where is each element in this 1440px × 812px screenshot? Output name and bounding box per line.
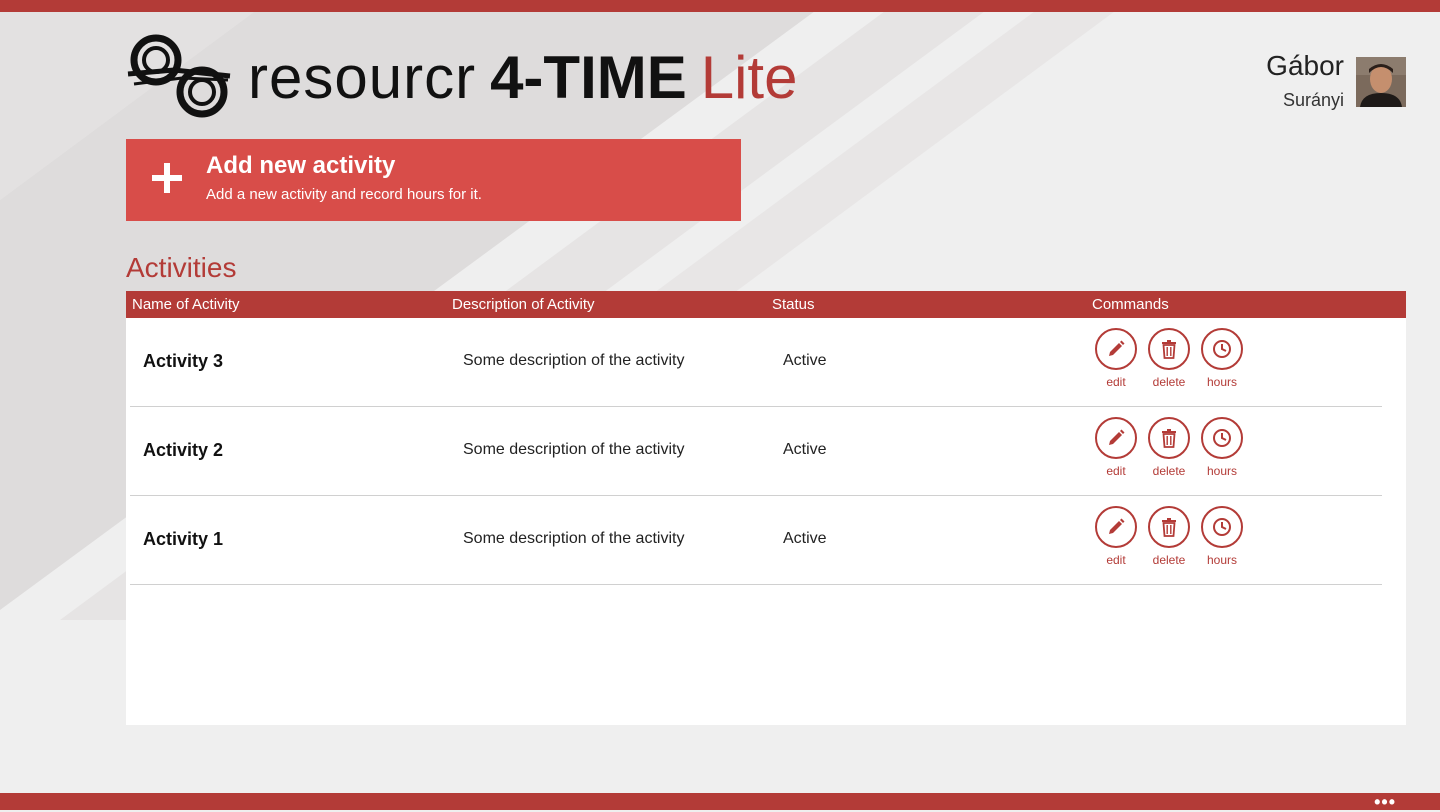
table-row[interactable]: Activity 1 Some description of the activ…: [130, 496, 1382, 585]
column-header-status: Status: [772, 296, 815, 313]
hours-label: hours: [1206, 553, 1238, 567]
activities-table: Name of Activity Description of Activity…: [126, 291, 1406, 725]
activity-status: Active: [783, 352, 827, 369]
add-activity-button[interactable]: Add new activity Add a new activity and …: [126, 139, 741, 221]
column-header-name: Name of Activity: [132, 296, 240, 313]
edit-icon: [1095, 417, 1137, 459]
delete-icon: [1148, 506, 1190, 548]
edit-icon: [1095, 506, 1137, 548]
top-accent-bar: [0, 0, 1440, 12]
app-bar: •••: [0, 793, 1440, 811]
edit-button[interactable]: edit: [1086, 417, 1146, 478]
edit-icon: [1095, 328, 1137, 370]
activity-description: Some description of the activity: [463, 530, 685, 547]
edit-button[interactable]: edit: [1086, 506, 1146, 567]
table-row[interactable]: Activity 3 Some description of the activ…: [130, 318, 1382, 407]
clock-icon: [1201, 328, 1243, 370]
user-info[interactable]: Gábor Surányi: [1266, 48, 1344, 116]
delete-label: delete: [1152, 553, 1186, 567]
edit-label: edit: [1106, 464, 1126, 478]
hours-button[interactable]: hours: [1192, 506, 1252, 567]
delete-icon: [1148, 417, 1190, 459]
app-title-edition: Lite: [700, 44, 798, 111]
delete-icon: [1148, 328, 1190, 370]
section-title: Activities: [126, 252, 237, 283]
edit-button[interactable]: edit: [1086, 328, 1146, 389]
avatar[interactable]: [1356, 57, 1406, 107]
edit-label: edit: [1106, 375, 1126, 389]
logo-icon: [127, 34, 231, 118]
column-header-description: Description of Activity: [452, 296, 595, 313]
hours-label: hours: [1206, 375, 1238, 389]
app-title: resourcr 4-TIME Lite: [248, 40, 797, 116]
activity-name: Activity 1: [143, 529, 224, 549]
activity-description: Some description of the activity: [463, 441, 685, 458]
clock-icon: [1201, 417, 1243, 459]
avatar-image: [1356, 57, 1406, 107]
plus-icon: [152, 163, 182, 193]
activity-name: Activity 3: [143, 351, 224, 371]
hours-button[interactable]: hours: [1192, 328, 1252, 389]
add-activity-subtitle: Add a new activity and record hours for …: [206, 186, 482, 203]
activity-description: Some description of the activity: [463, 352, 685, 369]
app-title-brand: resourcr: [248, 44, 477, 111]
table-header: Name of Activity Description of Activity…: [126, 291, 1406, 318]
user-first-name: Gábor: [1266, 50, 1344, 81]
delete-button[interactable]: delete: [1139, 506, 1199, 567]
more-icon[interactable]: •••: [1374, 793, 1396, 811]
clock-icon: [1201, 506, 1243, 548]
edit-label: edit: [1106, 553, 1126, 567]
hours-button[interactable]: hours: [1192, 417, 1252, 478]
hours-label: hours: [1206, 464, 1238, 478]
column-header-commands: Commands: [1092, 296, 1169, 313]
user-last-name: Surányi: [1282, 90, 1344, 110]
activity-name: Activity 2: [143, 440, 224, 460]
app-title-product: 4-TIME: [490, 44, 687, 111]
delete-button[interactable]: delete: [1139, 328, 1199, 389]
activity-status: Active: [783, 441, 827, 458]
activity-status: Active: [783, 530, 827, 547]
delete-button[interactable]: delete: [1139, 417, 1199, 478]
delete-label: delete: [1152, 375, 1186, 389]
table-row[interactable]: Activity 2 Some description of the activ…: [130, 407, 1382, 496]
add-activity-title: Add new activity: [206, 152, 396, 179]
delete-label: delete: [1152, 464, 1186, 478]
